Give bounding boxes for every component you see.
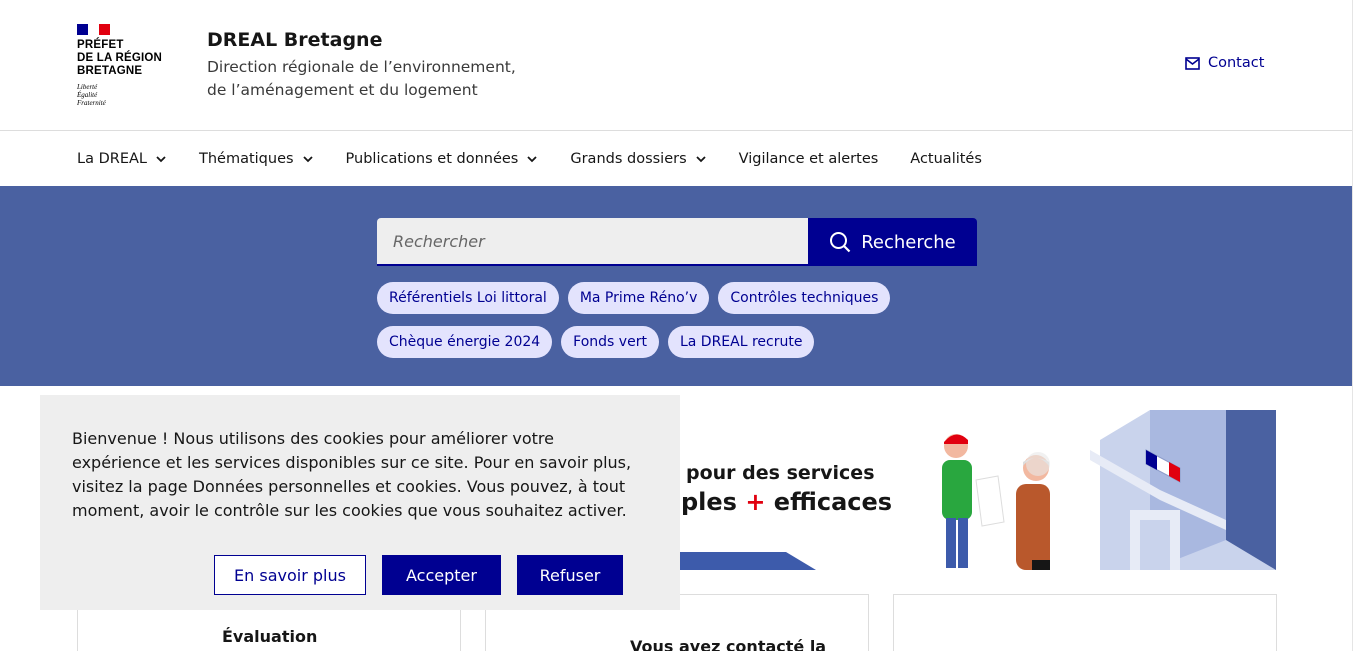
accept-button[interactable]: Accepter — [382, 555, 501, 595]
search-button[interactable]: Recherche — [808, 218, 977, 266]
site-desc-line: Direction régionale de l’environnement, — [207, 58, 516, 76]
search-input[interactable]: Rechercher — [377, 218, 808, 266]
site-desc-line: de l’aménagement et du logement — [207, 81, 478, 99]
banner-text: ples + efficaces — [681, 488, 892, 516]
chevron-down-icon — [156, 155, 166, 162]
card-title: Évaluation — [222, 627, 318, 646]
nav-item-publications[interactable]: Publications et données — [346, 151, 539, 167]
card-title: Vous avez contacté la — [630, 637, 827, 651]
cookie-consent-banner: Bienvenue ! Nous utilisons des cookies p… — [40, 395, 680, 610]
republic-motto: Liberté Égalité Fraternité — [77, 83, 177, 107]
banner-text-part: ples — [681, 488, 746, 516]
nav-item-thematiques[interactable]: Thématiques — [199, 151, 314, 167]
chevron-down-icon — [696, 155, 706, 162]
quick-links: Référentiels Loi littoral Ma Prime Réno’… — [377, 282, 897, 358]
page: PRÉFET DE LA RÉGION BRETAGNE Liberté Éga… — [0, 0, 1366, 651]
banner-text-part: efficaces — [765, 488, 893, 516]
contact-label: Contact — [1208, 55, 1265, 71]
refuse-button[interactable]: Refuser — [517, 555, 623, 595]
nav-item-label: Actualités — [910, 150, 982, 167]
nav-item-grands-dossiers[interactable]: Grands dossiers — [570, 151, 706, 167]
tag-ma-prime-renov[interactable]: Ma Prime Réno’v — [567, 282, 710, 314]
mail-icon — [1185, 56, 1200, 70]
contact-link[interactable]: Contact — [1185, 55, 1264, 71]
search-band: Rechercher Recherche Référentiels Loi li… — [0, 186, 1352, 386]
motto-fraternite: Fraternité — [77, 99, 106, 107]
nav-item-label: La DREAL — [77, 150, 147, 167]
card-empty[interactable] — [893, 594, 1277, 651]
scrollbar[interactable] — [1352, 0, 1366, 651]
tag-fonds-vert[interactable]: Fonds vert — [561, 326, 659, 358]
main-navigation: La DREAL Thématiques Publications et don… — [0, 131, 1352, 186]
tag-referentiels-loi-littoral[interactable]: Référentiels Loi littoral — [377, 282, 559, 314]
tag-controles-techniques[interactable]: Contrôles techniques — [718, 282, 891, 314]
nav-item-label: Grands dossiers — [570, 150, 687, 167]
chevron-down-icon — [302, 155, 313, 162]
cookie-message: Bienvenue ! Nous utilisons des cookies p… — [72, 429, 632, 520]
nav-item-label: Publications et données — [345, 150, 519, 167]
search-icon — [830, 232, 851, 253]
prefet-logo[interactable]: PRÉFET DE LA RÉGION BRETAGNE Liberté Éga… — [77, 24, 177, 107]
chevron-down-icon — [527, 155, 537, 162]
learn-more-button[interactable]: En savoir plus — [214, 555, 366, 595]
logo-line: PRÉFET — [77, 39, 124, 51]
logo-line: DE LA RÉGION — [77, 52, 163, 64]
banner-plus: + — [745, 488, 766, 516]
nav-item-label: Thématiques — [198, 150, 294, 167]
nav-item-label: Vigilance et alertes — [738, 150, 879, 167]
logo-line: BRETAGNE — [77, 65, 143, 77]
service-illustration-icon — [942, 410, 1276, 570]
site-title[interactable]: DREAL Bretagne — [207, 29, 382, 51]
nav-item-la-dreal[interactable]: La DREAL — [77, 151, 167, 167]
nav-item-vigilance[interactable]: Vigilance et alertes — [739, 151, 879, 167]
tag-la-dreal-recrute[interactable]: La DREAL recrute — [667, 326, 815, 358]
tag-cheque-energie[interactable]: Chèque énergie 2024 — [377, 326, 553, 358]
site-description: Direction régionale de l’environnement, … — [207, 56, 587, 102]
site-header: PRÉFET DE LA RÉGION BRETAGNE Liberté Éga… — [0, 0, 1352, 131]
motto-egalite: Égalité — [77, 91, 98, 99]
banner-text: pour des services — [686, 462, 875, 484]
french-flag-icon — [77, 24, 110, 35]
nav-item-actualites[interactable]: Actualités — [910, 151, 982, 167]
motto-liberte: Liberté — [77, 83, 98, 91]
search-button-label: Recherche — [861, 231, 956, 253]
